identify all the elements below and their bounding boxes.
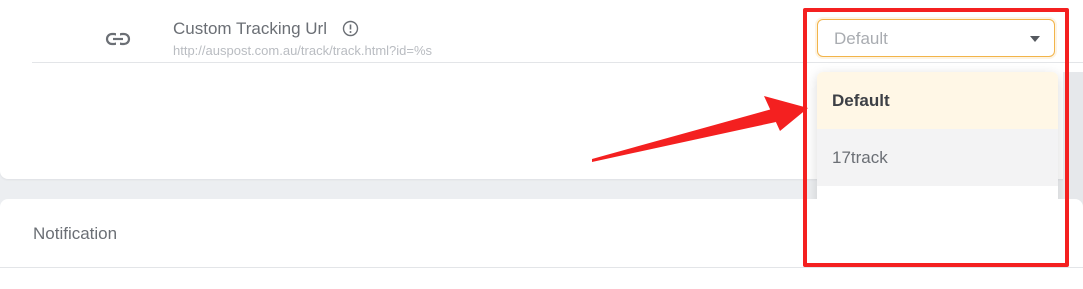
tracking-url-title: Custom Tracking Url [173,19,327,38]
link-icon [105,32,131,46]
dropdown-option-17track[interactable]: 17track [817,129,1058,186]
info-circle-icon[interactable] [342,20,359,37]
notification-section-title: Notification [33,224,118,243]
caret-down-icon [1030,36,1040,42]
divider [32,62,1083,63]
dropdown-option-default[interactable]: Default [817,72,1058,129]
tracking-select[interactable]: Default [817,19,1055,57]
divider [0,267,1083,268]
select-value: Default [834,29,888,48]
tracking-url-description: http://auspost.com.au/track/track.html?i… [173,43,433,58]
notification-card: Notification [0,199,1083,289]
